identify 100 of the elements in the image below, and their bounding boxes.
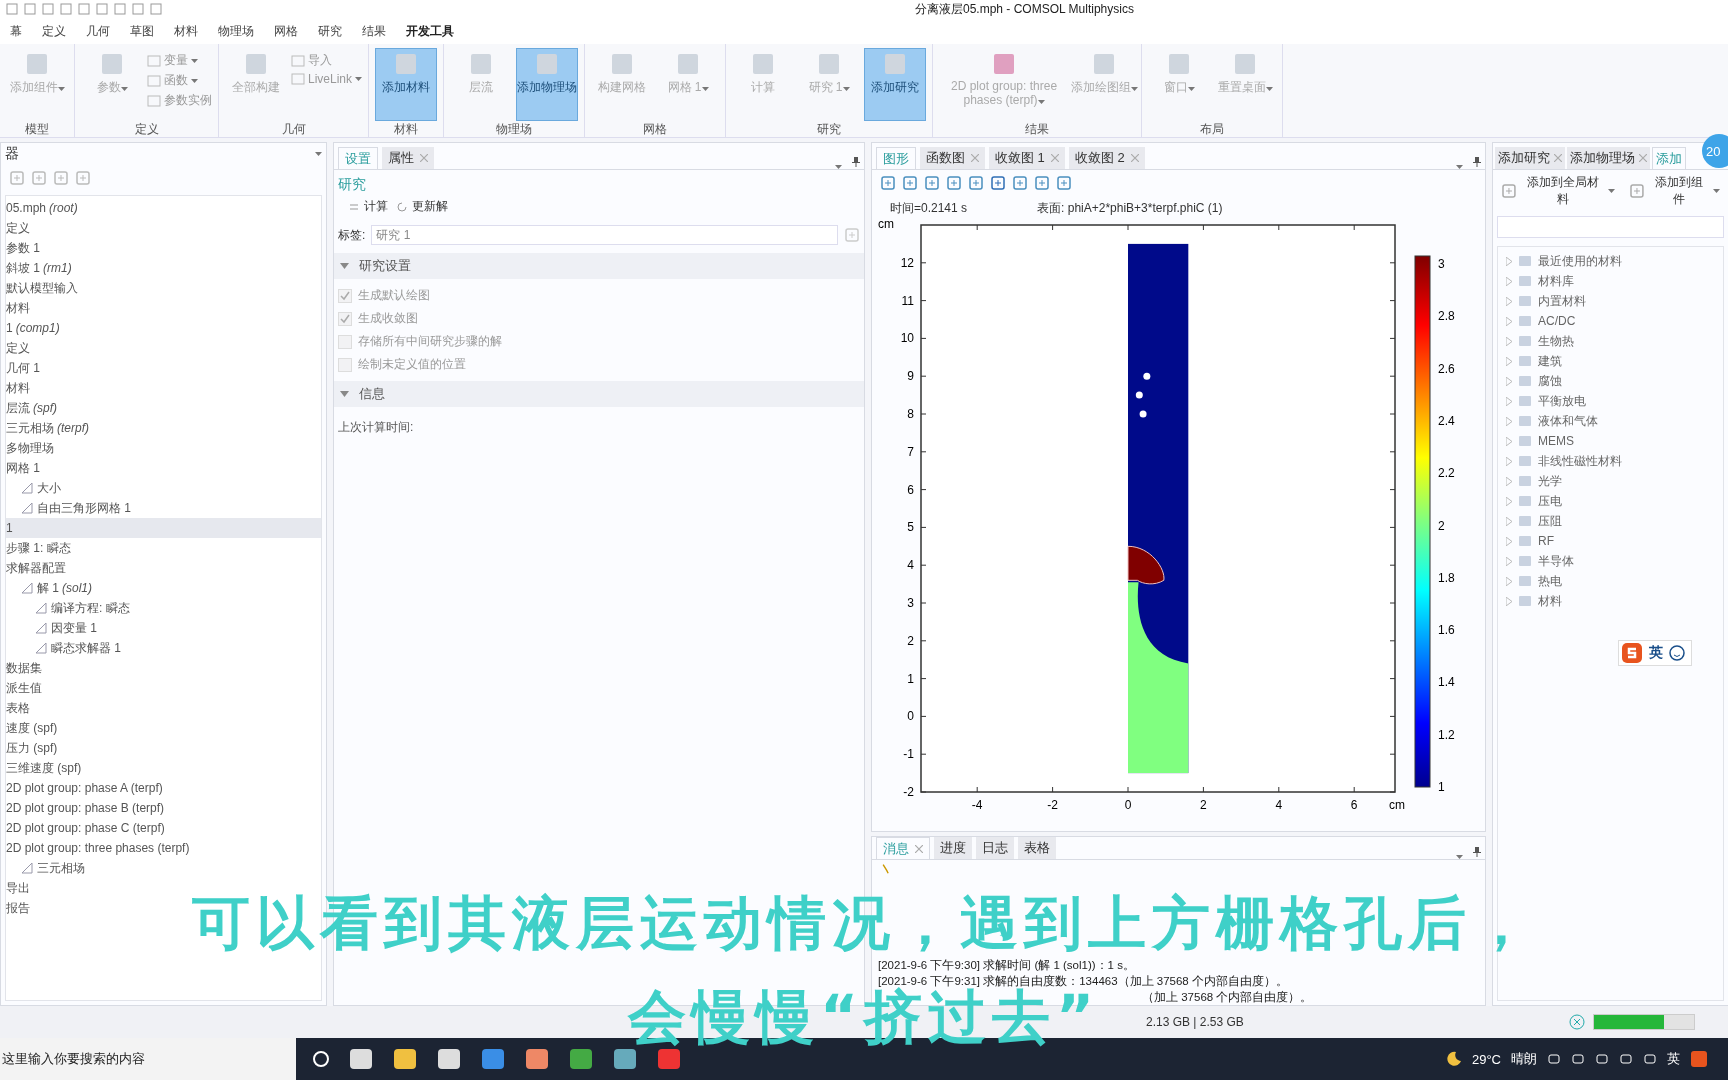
material-item[interactable]: 非线性磁性材料	[1498, 451, 1723, 471]
tree-item[interactable]: 派生值	[6, 678, 321, 698]
tree-item[interactable]: 几何 1	[6, 358, 321, 378]
tick-label: 6	[1350, 798, 1358, 812]
material-item[interactable]: AC/DC	[1498, 311, 1723, 331]
material-item[interactable]: 腐蚀	[1498, 371, 1723, 391]
group-label: 材料	[393, 121, 420, 137]
group-label: 定义	[133, 121, 160, 137]
tree-item[interactable]: 1 (comp1)	[6, 318, 321, 338]
tree-item[interactable]: 因变量 1	[6, 618, 321, 638]
menu-tab[interactable]: 物理场	[208, 20, 264, 42]
ribbon-button[interactable]: 添加研究	[864, 48, 927, 121]
message-line: [2021-9-6 下午9:30] 求解时间 (解 1 (sol1))：1 s。	[877, 958, 1136, 973]
tree-item[interactable]: 解 1 (sol1)	[6, 578, 321, 598]
toolbar-button[interactable]: 计算	[348, 198, 388, 215]
tree-item[interactable]: 数据集	[6, 658, 321, 678]
field-label: 标签:	[338, 226, 366, 244]
ribbon-button[interactable]: 添加材料	[375, 48, 438, 121]
tree-item[interactable]: 压力 (spf)	[6, 738, 321, 758]
menu-tab[interactable]: 几何	[76, 20, 120, 42]
tree-item[interactable]: 05.mph (root)	[6, 198, 321, 218]
menu-tab[interactable]: 开发工具	[396, 20, 464, 42]
menu-tab[interactable]: 幕	[0, 20, 32, 42]
tree-item[interactable]: 速度 (spf)	[6, 718, 321, 738]
tree-item[interactable]: 三元相场 (terpf)	[6, 418, 321, 438]
tree-item[interactable]: 2D plot group: phase C (terpf)	[6, 818, 321, 838]
scale-label: 2.6	[1438, 361, 1455, 376]
tree-item[interactable]: 斜坡 1 (rm1)	[6, 258, 321, 278]
tree-item[interactable]: 求解器配置	[6, 558, 321, 578]
panel-tab[interactable]: 函数图	[920, 147, 985, 169]
material-item[interactable]: MEMS	[1498, 431, 1723, 451]
material-item[interactable]: RF	[1498, 531, 1723, 551]
panel-tab[interactable]: 属性	[382, 147, 434, 169]
material-item[interactable]: 光学	[1498, 471, 1723, 491]
tree-item[interactable]: 2D plot group: three phases (terpf)	[6, 838, 321, 858]
tree-item[interactable]: 自由三角形网格 1	[6, 498, 321, 518]
material-item[interactable]: 材料库	[1498, 271, 1723, 291]
material-item[interactable]: 半导体	[1498, 551, 1723, 571]
tree-item[interactable]: 表格	[6, 698, 321, 718]
panel-tab[interactable]: 进度	[934, 837, 972, 859]
menu-tab[interactable]: 材料	[164, 20, 208, 42]
material-item[interactable]: 热电	[1498, 571, 1723, 591]
tree-item[interactable]: 三维速度 (spf)	[6, 758, 321, 778]
tree-item[interactable]: 2D plot group: phase A (terpf)	[6, 778, 321, 798]
material-item[interactable]: 平衡放电	[1498, 391, 1723, 411]
panel-heading: 研究	[338, 176, 367, 194]
panel-tab[interactable]: 表格	[1018, 837, 1056, 859]
scale-label: 1.2	[1438, 727, 1455, 742]
menu-tab[interactable]: 定义	[32, 20, 76, 42]
tree-item[interactable]: 2D plot group: phase B (terpf)	[6, 798, 321, 818]
menu-tab[interactable]: 草图	[120, 20, 164, 42]
tree-item[interactable]: 定义	[6, 218, 321, 238]
tree-item[interactable]: 参数 1	[6, 238, 321, 258]
material-item[interactable]: 建筑	[1498, 351, 1723, 371]
label-field[interactable]: 研究 1	[371, 225, 838, 245]
tick-label: 12	[900, 255, 914, 270]
panel-tab[interactable]: 日志	[976, 837, 1014, 859]
scale-label: 1	[1438, 780, 1445, 794]
tree-item[interactable]: 三元相场	[6, 858, 321, 878]
toolbar-button[interactable]: 添加到组件	[1629, 174, 1720, 208]
material-item[interactable]: 生物热	[1498, 331, 1723, 351]
tree-item[interactable]: 瞬态求解器 1	[6, 638, 321, 658]
menu-tab[interactable]: 研究	[308, 20, 352, 42]
tree-item[interactable]: 大小	[6, 478, 321, 498]
menu-tab[interactable]: 网格	[264, 20, 308, 42]
tree-item[interactable]: 多物理场	[6, 438, 321, 458]
ime-label[interactable]: 英	[1649, 644, 1663, 662]
tree-item[interactable]: 层流 (spf)	[6, 398, 321, 418]
group-label: 模型	[24, 121, 50, 137]
tree-item[interactable]: 1	[6, 518, 321, 538]
tick-label: 0	[1124, 798, 1132, 812]
tree-item[interactable]: 定义	[6, 338, 321, 358]
material-item[interactable]: 压阻	[1498, 511, 1723, 531]
taskbar-search[interactable]: 这里输入你要搜索的内容	[0, 1038, 296, 1080]
menu-tab[interactable]: 结果	[352, 20, 396, 42]
panel-tab[interactable]: 添加物理场	[1567, 147, 1650, 169]
material-item[interactable]: 最近使用的材料	[1498, 251, 1723, 271]
panel-tab[interactable]: 收敛图 2	[1068, 147, 1145, 169]
tree-item[interactable]: 编译方程: 瞬态	[6, 598, 321, 618]
material-item[interactable]: 液体和气体	[1498, 411, 1723, 431]
tree-item[interactable]: 步骤 1: 瞬态	[6, 538, 321, 558]
scale-label: 2.8	[1438, 309, 1455, 324]
tick-label: 4	[907, 558, 914, 573]
scale-label: 2.2	[1438, 466, 1455, 481]
toolbar-button[interactable]: 更新解	[396, 198, 448, 215]
panel-tab[interactable]: 收敛图 1	[989, 147, 1065, 169]
tree-item[interactable]: 材料	[6, 298, 321, 318]
tick-label: 9	[907, 369, 914, 384]
panel-tab[interactable]: 添加研究	[1495, 147, 1565, 169]
tree-item[interactable]: 材料	[6, 378, 321, 398]
ribbon-button[interactable]: 添加物理场	[516, 48, 579, 121]
toolbar-button[interactable]: 添加到全局材料	[1501, 174, 1616, 208]
material-item[interactable]: 材料	[1498, 591, 1723, 611]
material-item[interactable]: 压电	[1498, 491, 1723, 511]
input-method[interactable]: 英	[1667, 1050, 1680, 1068]
tree-item[interactable]: 网格 1	[6, 458, 321, 478]
material-item[interactable]: 内置材料	[1498, 291, 1723, 311]
tree-item[interactable]: 默认模型输入	[6, 278, 321, 298]
time-label: 时间=0.2141 s	[890, 200, 968, 216]
section-title: 信息	[359, 385, 385, 403]
